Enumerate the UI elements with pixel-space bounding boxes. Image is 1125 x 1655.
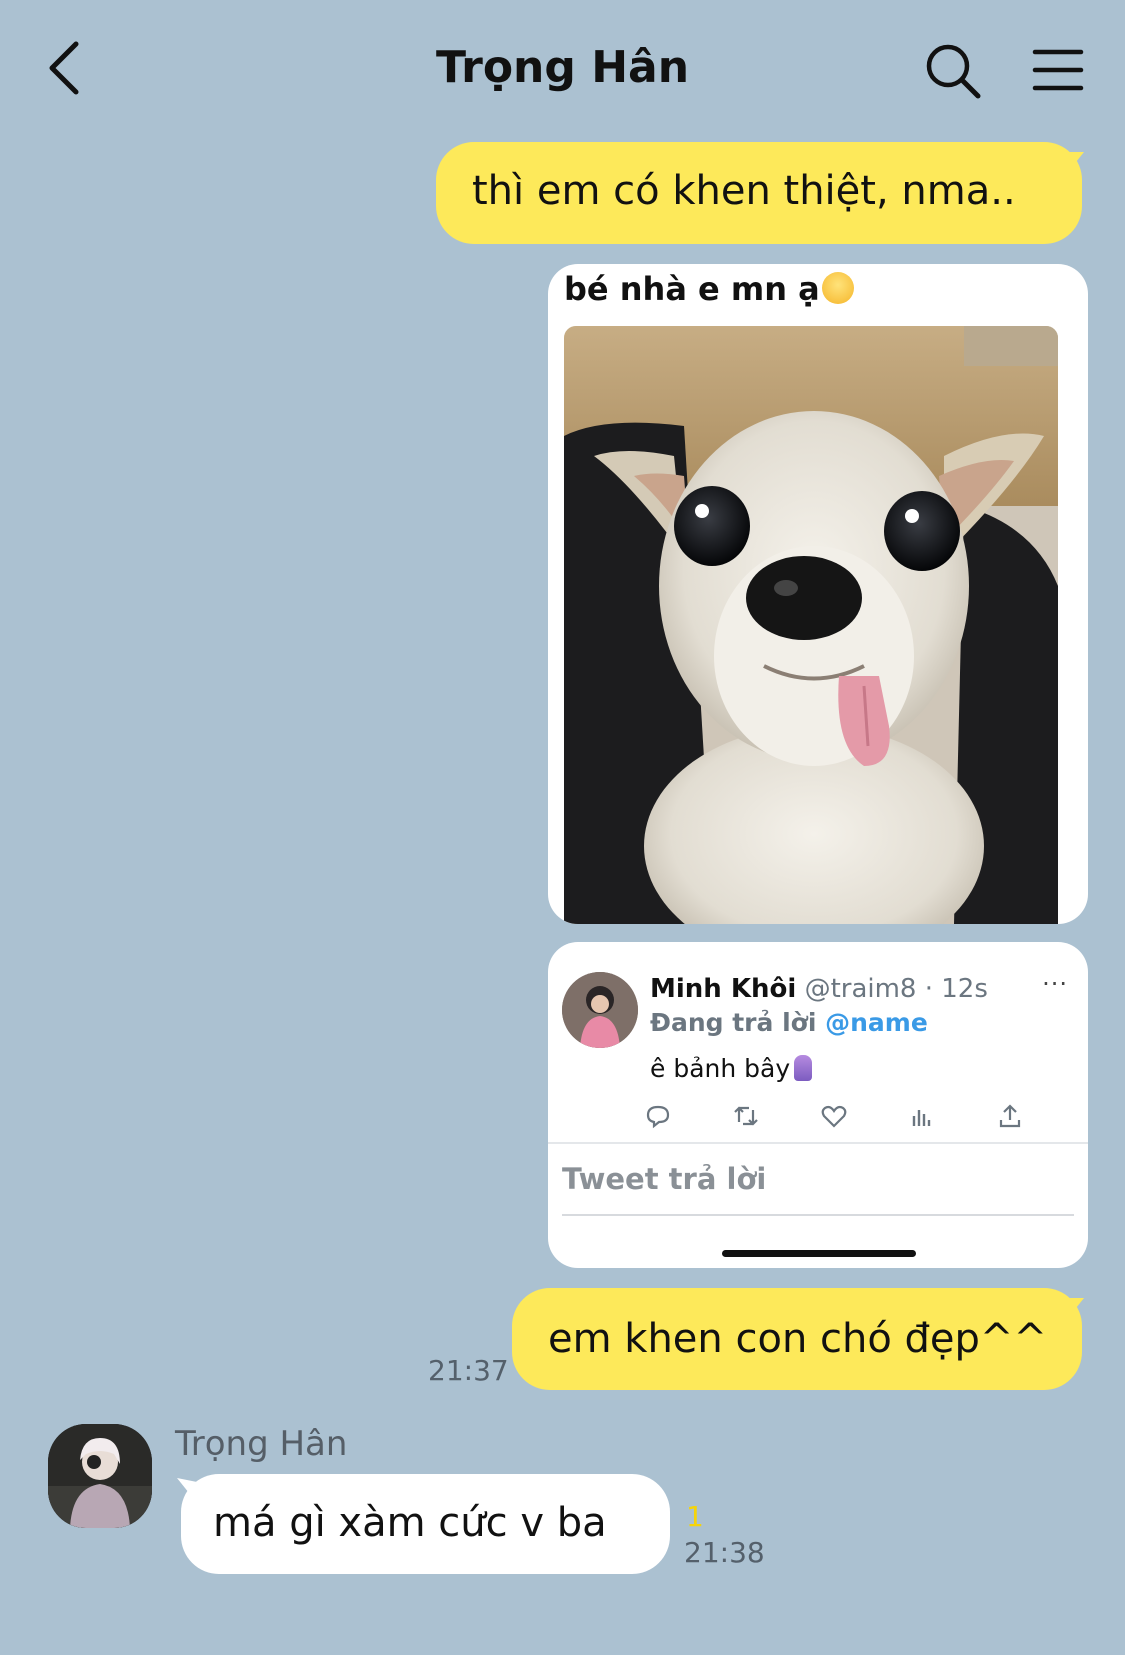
more-options-icon: ··· (1042, 970, 1068, 998)
search-icon[interactable] (924, 42, 982, 100)
avatar[interactable] (48, 1424, 152, 1528)
tweet-author-name: Minh Khôi (650, 974, 797, 1004)
replying-mention: @name (825, 1008, 928, 1037)
message-text: má gì xàm cức v ba (213, 1500, 607, 1546)
tweet-reply-placeholder: Tweet trả lời (562, 1162, 767, 1196)
tweet-author-handle: @traim8 · 12s (804, 974, 988, 1004)
share-icon (999, 1104, 1021, 1128)
unread-count: 1 (686, 1500, 704, 1533)
divider (562, 1214, 1074, 1216)
tweet-replying-to: Đang trả lời @name (650, 1006, 928, 1040)
image-caption: bé nhà e mn ạ (564, 270, 854, 308)
analytics-icon (912, 1110, 931, 1126)
sent-message-bubble[interactable]: thì em có khen thiệt, nma.. (436, 142, 1082, 244)
retweet-icon (734, 1106, 758, 1126)
reply-icon (646, 1105, 670, 1129)
divider (548, 1142, 1088, 1144)
caption-text: bé nhà e mn ạ (564, 270, 820, 308)
tweet-actions (644, 1102, 1032, 1132)
message-timestamp: 21:37 (428, 1354, 509, 1387)
message-text: em khen con chó đẹp^^ (548, 1316, 1047, 1362)
replying-prefix: Đang trả lời (650, 1008, 817, 1037)
shared-image-message[interactable]: bé nhà e mn ạ (548, 264, 1088, 924)
sent-message-bubble[interactable]: em khen con chó đẹp^^ (512, 1288, 1082, 1390)
message-timestamp: 21:38 (684, 1536, 765, 1569)
home-indicator (722, 1250, 916, 1257)
received-message-bubble[interactable]: má gì xàm cức v ba (181, 1474, 670, 1574)
like-icon (821, 1105, 847, 1128)
smiling-face-emoji-icon (821, 272, 854, 304)
shared-tweet-screenshot[interactable]: Minh Khôi @traim8 · 12s ··· Đang trả lời… (548, 942, 1088, 1268)
tweet-text: ê bảnh bây (650, 1052, 813, 1086)
sender-name: Trọng Hân (175, 1424, 348, 1464)
tweet-body: ê bảnh bây (650, 1054, 791, 1083)
tweet-author-avatar (562, 972, 638, 1048)
message-text: thì em có khen thiệt, nma.. (472, 168, 1016, 214)
dog-photo[interactable] (564, 326, 1058, 924)
tweet-author: Minh Khôi @traim8 · 12s (650, 972, 988, 1006)
dog-illustration (564, 326, 1058, 924)
hamburger-menu-icon[interactable] (1032, 46, 1084, 94)
emoji-icon (794, 1055, 813, 1081)
